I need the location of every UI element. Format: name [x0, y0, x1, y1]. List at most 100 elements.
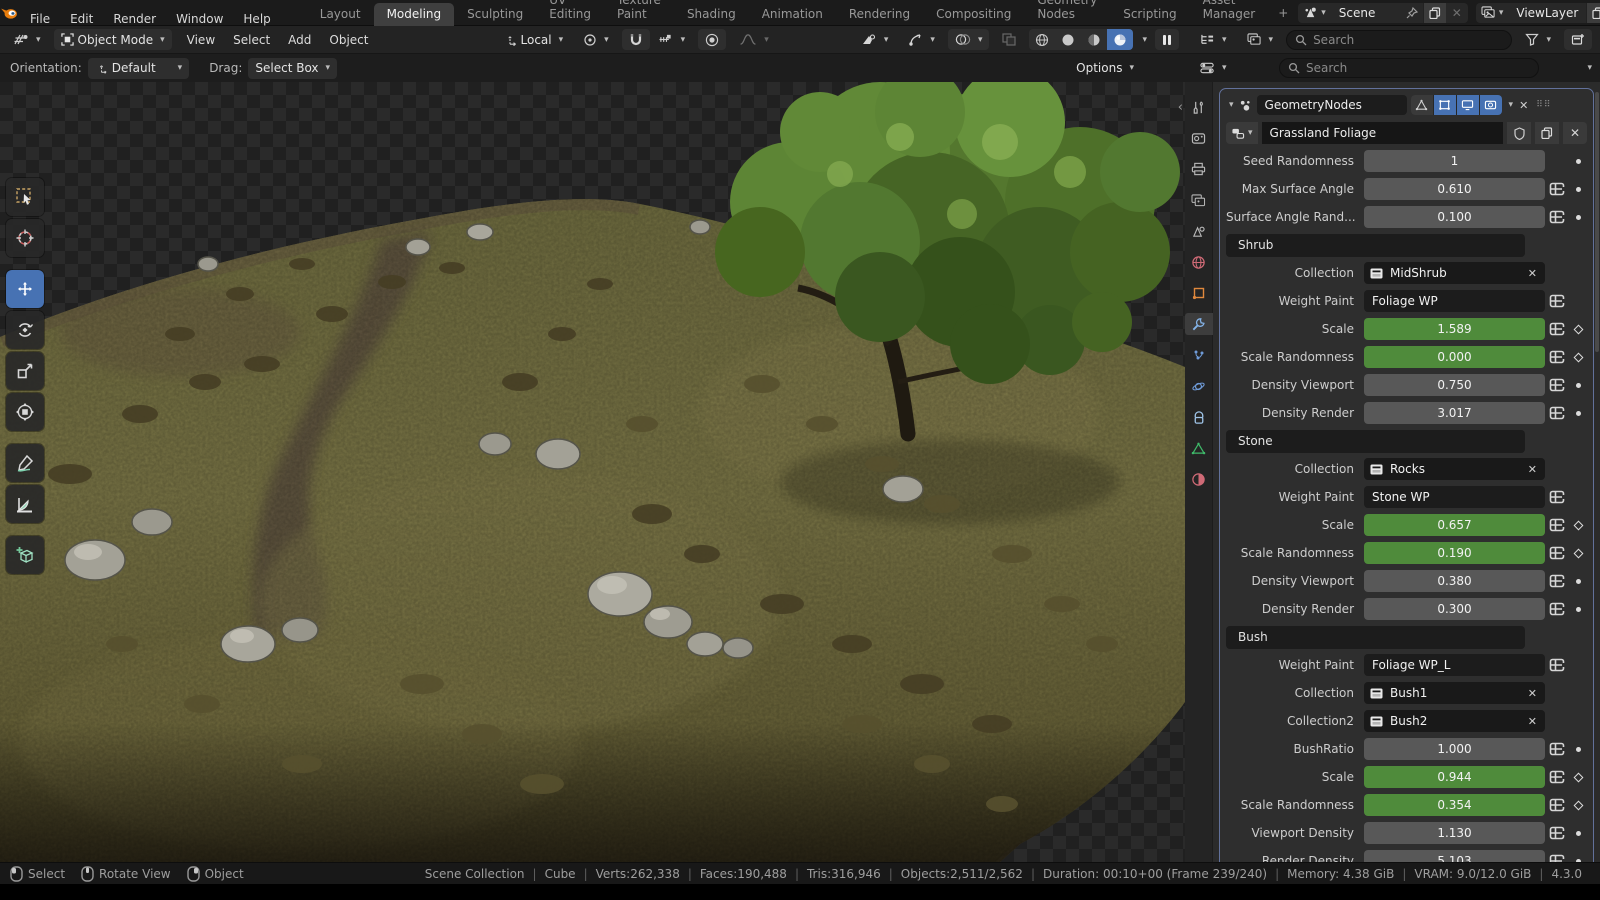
outliner-search[interactable] — [1286, 30, 1512, 50]
workspace-tab-shading[interactable]: Shading — [674, 3, 749, 26]
number-field-density-render[interactable]: 0.300 — [1364, 598, 1545, 620]
animate-property-dot[interactable] — [1576, 383, 1581, 388]
viewport-menu-object[interactable]: Object — [320, 33, 377, 47]
render-display-toggle[interactable] — [1480, 95, 1502, 115]
collection-field-collection[interactable]: Bush1✕ — [1364, 682, 1545, 704]
input-attribute-toggle[interactable] — [1545, 574, 1569, 588]
number-field-max-surface-angle[interactable]: 0.610 — [1364, 178, 1545, 200]
tab-output[interactable] — [1185, 158, 1213, 180]
outliner-editor-type-button[interactable]: ▾ — [1193, 29, 1234, 50]
outliner-filter-button[interactable]: ▾ — [1518, 29, 1558, 50]
shading-wireframe-button[interactable] — [1029, 29, 1055, 50]
scene-name[interactable]: Scene — [1331, 6, 1401, 20]
slider-scale-randomness[interactable]: 0.354 — [1364, 794, 1545, 816]
input-attribute-toggle[interactable] — [1545, 546, 1569, 560]
animate-property-dot[interactable] — [1576, 215, 1581, 220]
annotate-tool[interactable] — [6, 444, 44, 482]
gizmos-dropdown[interactable]: ▾ — [901, 29, 942, 50]
tab-object[interactable] — [1185, 282, 1213, 304]
workspace-tab-scripting[interactable]: Scripting — [1110, 3, 1189, 26]
clear-collection-button[interactable]: ✕ — [1526, 267, 1539, 280]
pivot-point-dropdown[interactable]: ▾ — [576, 29, 616, 50]
tab-particles[interactable] — [1185, 344, 1213, 366]
options-dropdown[interactable]: Options ▾ — [1069, 58, 1141, 79]
collection-field-collection[interactable]: MidShrub✕ — [1364, 262, 1545, 284]
collection-field-collection2[interactable]: Bush2✕ — [1364, 710, 1545, 732]
show-object-types-dropdown[interactable]: ▾ — [854, 29, 896, 50]
workspace-tab-rendering[interactable]: Rendering — [836, 3, 923, 26]
section-bush[interactable]: Bush — [1226, 626, 1525, 649]
tab-physics[interactable] — [1185, 375, 1213, 397]
menu-render[interactable]: Render — [103, 12, 166, 26]
shading-solid-button[interactable] — [1055, 29, 1081, 50]
outliner-search-input[interactable] — [1313, 33, 1503, 47]
unlink-node-group-button[interactable]: ✕ — [1563, 122, 1587, 144]
slider-scale-randomness[interactable]: 0.190 — [1364, 542, 1545, 564]
keyframe-diamond[interactable] — [1573, 324, 1583, 334]
new-scene-button[interactable] — [1423, 3, 1446, 23]
transform-orientation-dropdown[interactable]: Local ▾ — [496, 29, 571, 50]
mode-dropdown[interactable]: Object Mode ▾ — [54, 29, 172, 50]
viewport-menu-add[interactable]: Add — [279, 33, 320, 47]
proportional-falloff-dropdown[interactable]: ▾ — [732, 29, 776, 50]
drag-dropdown[interactable]: Select Box ▾ — [248, 58, 337, 79]
tab-modifiers[interactable] — [1185, 313, 1213, 335]
new-viewlayer-button[interactable] — [1586, 3, 1600, 23]
node-group-name-field[interactable]: Grassland Foliage — [1262, 122, 1503, 144]
animate-property-dot[interactable] — [1576, 607, 1581, 612]
number-field-bushratio[interactable]: 1.000 — [1364, 738, 1545, 760]
cursor-tool[interactable] — [6, 219, 44, 257]
pin-icon[interactable] — [1401, 3, 1423, 23]
tab-scene[interactable] — [1185, 220, 1213, 242]
animate-property-dot[interactable] — [1576, 187, 1581, 192]
section-stone[interactable]: Stone — [1226, 430, 1525, 453]
input-attribute-toggle[interactable] — [1545, 378, 1569, 392]
input-attribute-toggle[interactable] — [1545, 182, 1569, 196]
input-attribute-toggle[interactable] — [1545, 602, 1569, 616]
shading-material-button[interactable] — [1081, 29, 1107, 50]
tab-object-data[interactable] — [1185, 437, 1213, 459]
snap-toggle[interactable] — [622, 29, 650, 50]
number-field-surface-angle-rand-[interactable]: 0.100 — [1364, 206, 1545, 228]
tab-tool[interactable] — [1185, 96, 1213, 118]
snap-settings-dropdown[interactable]: ▾ — [651, 29, 693, 50]
workspace-tab-texture-paint[interactable]: Texture Paint — [604, 0, 674, 26]
input-attribute-toggle[interactable] — [1545, 518, 1569, 532]
pause-button[interactable] — [1155, 29, 1179, 50]
workspace-tab-asset-manager[interactable]: Asset Manager — [1190, 0, 1269, 26]
rotate-tool[interactable] — [6, 311, 44, 349]
menu-edit[interactable]: Edit — [60, 12, 103, 26]
workspace-tab-compositing[interactable]: Compositing — [923, 3, 1024, 26]
shading-rendered-button[interactable] — [1107, 29, 1133, 50]
animate-property-dot[interactable] — [1576, 747, 1581, 752]
node-group-browse-button[interactable]: ▾ — [1226, 122, 1258, 144]
clear-collection-button[interactable]: ✕ — [1526, 715, 1539, 728]
input-attribute-toggle[interactable] — [1545, 826, 1569, 840]
input-attribute-toggle[interactable] — [1545, 350, 1569, 364]
tab-world[interactable] — [1185, 251, 1213, 273]
tab-view-layer[interactable] — [1185, 189, 1213, 211]
viewlayer-name[interactable]: ViewLayer — [1508, 6, 1586, 20]
collection-field-collection[interactable]: Rocks✕ — [1364, 458, 1545, 480]
workspace-tab-uv-editing[interactable]: UV Editing — [536, 0, 604, 26]
copy-node-group-button[interactable] — [1535, 122, 1559, 144]
section-shrub[interactable]: Shrub — [1226, 234, 1525, 257]
slider-scale[interactable]: 0.657 — [1364, 514, 1545, 536]
move-tool[interactable] — [6, 270, 44, 308]
xray-toggle[interactable] — [995, 29, 1023, 50]
number-field-density-viewport[interactable]: 0.750 — [1364, 374, 1545, 396]
unlink-scene-button[interactable]: ✕ — [1446, 6, 1468, 20]
sidebar-collapse-arrow[interactable]: ‹ — [1178, 100, 1183, 115]
properties-editor-type-button[interactable]: ▾ — [1193, 58, 1234, 79]
editor-type-button[interactable]: ▾ — [6, 29, 48, 50]
viewport-canvas[interactable]: ‹ — [0, 82, 1185, 862]
new-collection-button[interactable] — [1564, 29, 1592, 50]
workspace-tab-animation[interactable]: Animation — [749, 3, 836, 26]
input-attribute-toggle[interactable] — [1545, 798, 1569, 812]
proportional-editing-toggle[interactable] — [698, 29, 726, 50]
input-attribute-toggle[interactable] — [1545, 770, 1569, 784]
keyframe-diamond[interactable] — [1573, 548, 1583, 558]
menu-file[interactable]: File — [20, 12, 60, 26]
remove-modifier-button[interactable]: ✕ — [1517, 99, 1530, 112]
number-field-density-viewport[interactable]: 0.380 — [1364, 570, 1545, 592]
